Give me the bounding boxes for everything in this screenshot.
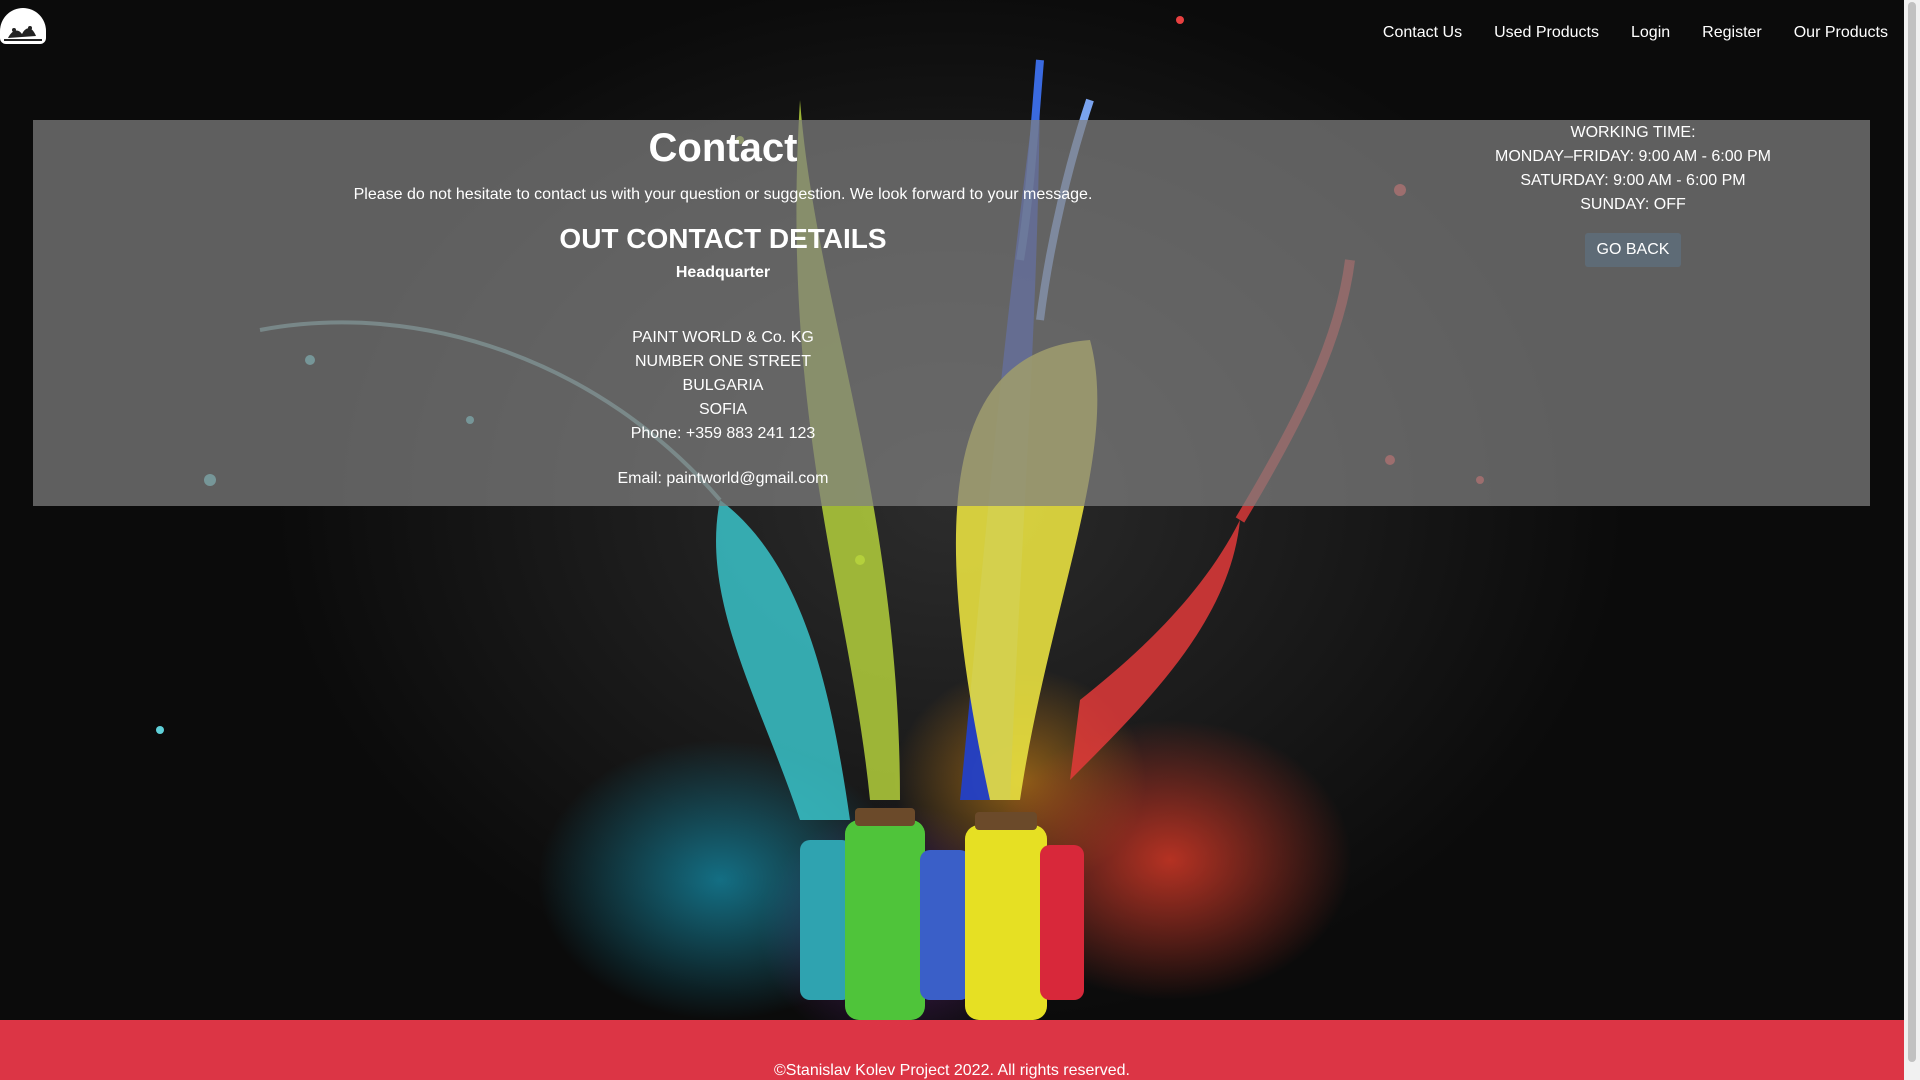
nav-register[interactable]: Register [1702, 24, 1762, 42]
company-name: PAINT WORLD & Co. KG [632, 329, 814, 346]
working-time-column: WORKING TIME: MONDAY–FRIDAY: 9:00 AM - 6… [1473, 120, 1793, 267]
copyright-text: ©Stanislav Kolev Project 2022. All right… [774, 1062, 1130, 1079]
contact-intro-text: Please do not hesitate to contact us wit… [353, 186, 1093, 203]
working-time-saturday: SATURDAY: 9:00 AM - 6:00 PM [1520, 172, 1746, 189]
headquarter-label: Headquarter [675, 264, 771, 281]
nav-contact-us[interactable]: Contact Us [1383, 24, 1462, 42]
working-time-heading: WORKING TIME: [1570, 124, 1696, 141]
address-block: PAINT WORLD & Co. KG NUMBER ONE STREET B… [33, 326, 1413, 446]
contact-panel: Contact Please do not hesitate to contac… [33, 120, 1870, 506]
scrollbar-thumb[interactable] [1908, 2, 1916, 1062]
street-address: NUMBER ONE STREET [634, 353, 811, 370]
nav-login[interactable]: Login [1631, 24, 1670, 42]
working-time-weekdays: MONDAY–FRIDAY: 9:00 AM - 6:00 PM [1495, 148, 1771, 165]
country: BULGARIA [682, 377, 764, 394]
top-navigation: Contact Us Used Products Login Register … [1383, 24, 1888, 42]
go-back-button[interactable]: GO BACK [1584, 233, 1682, 267]
contact-details-column: Contact Please do not hesitate to contac… [33, 120, 1413, 488]
phone-number: Phone: +359 883 241 123 [630, 425, 816, 442]
city: SOFIA [698, 401, 747, 418]
page-scrollbar[interactable] [1904, 0, 1920, 1080]
working-time-sunday: SUNDAY: OFF [1580, 196, 1686, 213]
page-footer: ©Stanislav Kolev Project 2022. All right… [0, 1020, 1904, 1080]
email-address: Email: paintworld@gmail.com [617, 470, 829, 487]
contact-details-heading: OUT CONTACT DETAILS [559, 223, 887, 254]
nav-our-products[interactable]: Our Products [1794, 24, 1888, 42]
nav-used-products[interactable]: Used Products [1494, 24, 1599, 42]
page-title: Contact [648, 126, 798, 170]
